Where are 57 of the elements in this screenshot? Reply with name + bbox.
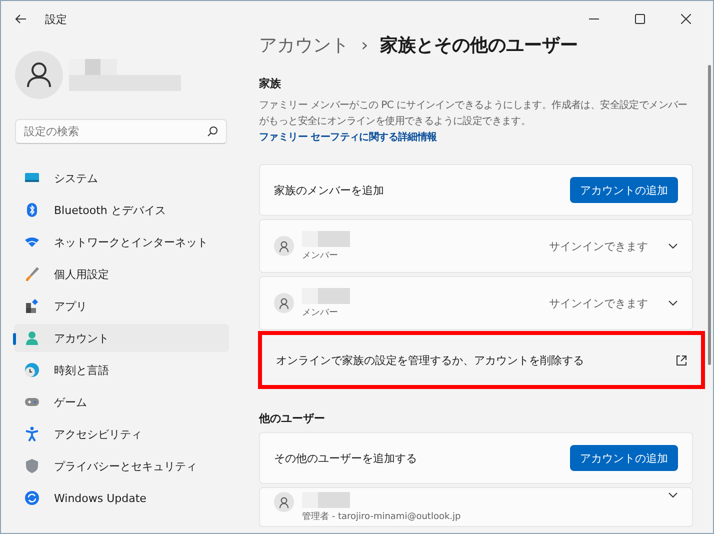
breadcrumb-separator: › [361,34,368,56]
sidebar-item[interactable]: アクセシビリティ [14,420,229,448]
sidebar-item[interactable]: 時刻と言語 [14,356,229,384]
add-account-button[interactable]: アカウントの追加 [570,177,678,203]
search-icon [207,126,218,137]
brush-icon [24,266,40,282]
external-link-icon [676,354,687,366]
blurred-name-placeholder [302,230,350,246]
sidebar-item[interactable]: ネットワークとインターネット [14,228,229,256]
clock-icon [24,362,40,378]
sidebar-item[interactable]: アカウント [14,324,229,352]
section-heading: 家族 [259,76,282,91]
sidebar-item[interactable]: ゲーム [14,388,229,416]
add-family-label: 家族のメンバーを追加 [274,182,384,198]
avatar-icon [15,51,63,99]
accessibility-icon [24,426,40,442]
sign-in-status: サインインできます [549,238,648,254]
sidebar-item[interactable]: システム [14,164,229,192]
search-field[interactable]: 設定の検索 [15,119,227,144]
user-avatar-icon [274,293,294,313]
shield-icon [24,458,40,474]
add-account-button[interactable]: アカウントの追加 [570,445,678,471]
window-title: 設定 [45,12,67,26]
update-icon [24,490,40,506]
maximize-icon[interactable] [635,14,645,24]
user-avatar-icon [274,236,294,256]
sidebar-item[interactable]: アプリ [14,292,229,320]
sidebar-item[interactable]: Bluetooth とデバイス [14,196,229,224]
blurred-name-placeholder [302,492,350,508]
chevron-down-icon[interactable] [668,243,678,249]
family-safety-link[interactable]: ファミリー セーフティに関する詳細情報 [259,132,437,143]
back-arrow-icon[interactable] [15,14,27,24]
member-row[interactable]: メンバー サインインできます [259,219,693,273]
family-description: ファミリー メンバーがこの PC にサインインできるようにします。作成者は、安全設定でメンバーがもっと安全にオンラインを使用できるように設定できます。 ファミリー セーフティに関する詳細情報 [259,98,688,145]
close-icon[interactable] [681,14,691,24]
user-row[interactable]: 管理者 - tarojiro-minami@outlook.jp [259,487,693,527]
page-title: 家族とその他のユーザー [380,34,578,57]
member-role: メンバー [302,250,339,262]
chevron-down-icon[interactable] [668,492,678,498]
sidebar-item[interactable]: 個人用設定 [14,260,229,288]
user-role: 管理者 - tarojiro-minami@outlook.jp [302,510,462,523]
sidebar-item[interactable]: Windows Update [14,484,229,512]
chevron-down-icon[interactable] [668,300,678,306]
scrollbar[interactable] [708,65,711,365]
blurred-name-placeholder [302,288,350,304]
member-role: メンバー [302,306,339,318]
apps-icon [24,298,40,314]
user-avatar-icon [274,492,294,512]
sign-in-status: サインインできます [549,296,648,310]
breadcrumb-link[interactable]: アカウント [259,33,349,57]
manage-family-row[interactable]: オンラインで家族の設定を管理するか、アカウントを削除する [258,331,705,389]
bluetooth-icon [24,202,40,218]
person-icon [24,330,40,346]
add-user-label: その他のユーザーを追加する [274,450,417,466]
section-heading: 他のユーザー [259,411,326,426]
member-row[interactable]: メンバー サインインできます [259,276,693,330]
sidebar-item[interactable]: プライバシーとセキュリティ [14,452,229,480]
